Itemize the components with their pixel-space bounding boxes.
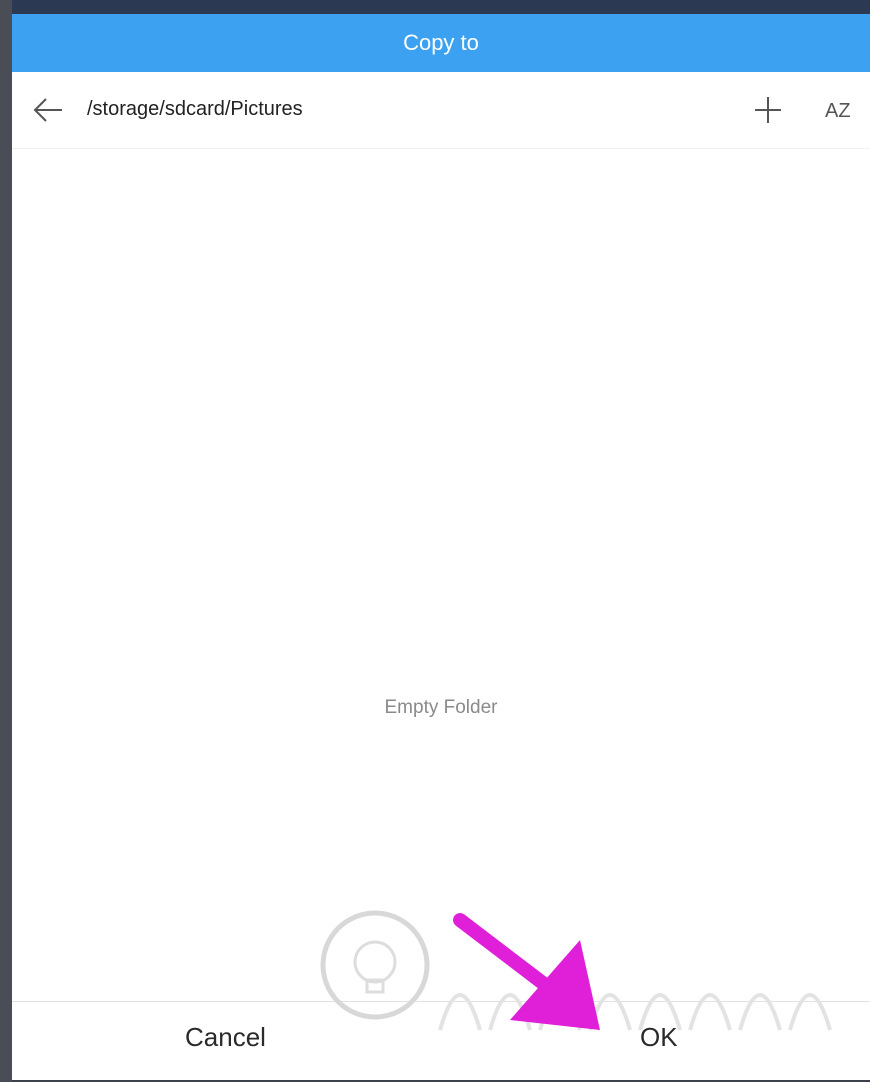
plus-icon[interactable] [752, 94, 784, 126]
dialog-footer: Cancel OK [12, 1001, 870, 1080]
current-path: /storage/sdcard/Pictures [87, 98, 303, 120]
dialog-title-bar: Copy to [12, 14, 870, 72]
cancel-button[interactable]: Cancel [185, 1022, 266, 1053]
ok-button[interactable]: OK [640, 1022, 678, 1053]
sort-icon-label: AZ [825, 100, 851, 122]
empty-folder-message: Empty Folder [384, 697, 498, 718]
folder-listing: Empty Folder [12, 149, 870, 1001]
copy-to-dialog: Copy to /storage/sdcard/Pictures AZ Empt… [12, 14, 870, 1080]
back-arrow-icon[interactable] [32, 96, 64, 124]
background-edge [0, 0, 12, 1082]
sort-az-icon[interactable]: AZ [822, 94, 858, 126]
path-toolbar: /storage/sdcard/Pictures AZ [12, 72, 870, 149]
dialog-title: Copy to [403, 30, 479, 55]
